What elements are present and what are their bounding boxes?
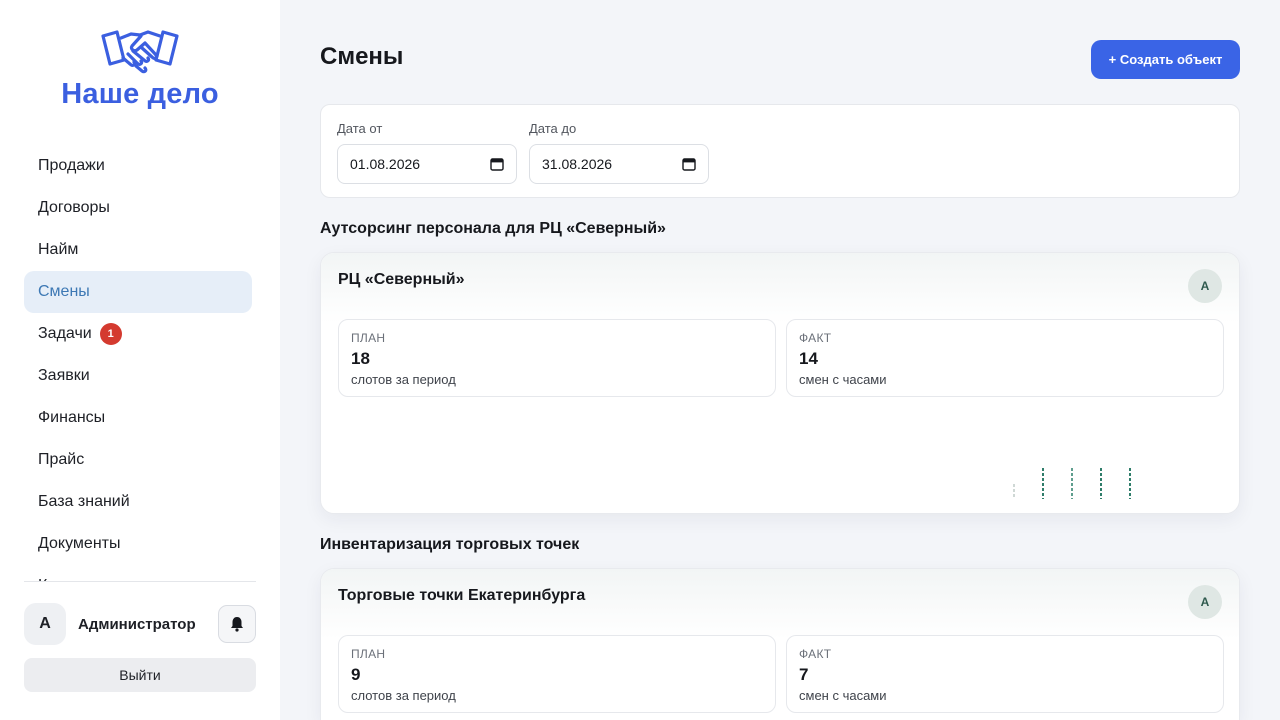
brand-logo[interactable]: Наше дело	[0, 26, 280, 111]
sidebar-item-requests[interactable]: Заявки	[24, 355, 252, 397]
sidebar-item-label: Заявки	[38, 367, 90, 384]
sidebar-item-contracts[interactable]: Договоры	[24, 187, 252, 229]
plan-caption: слотов за период	[351, 372, 456, 387]
avatar[interactable]: A	[24, 603, 66, 645]
sidebar-item-tasks[interactable]: Задачи 1	[24, 313, 252, 355]
section-title: Аутсорсинг персонала для РЦ «Северный»	[320, 220, 666, 237]
plan-caption: слотов за период	[351, 688, 456, 703]
sidebar-item-label: Смены	[38, 283, 90, 300]
plan-value: 18	[351, 349, 370, 368]
date-from-input[interactable]: 01.08.2026	[337, 144, 517, 184]
object-card-title: РЦ «Северный»	[338, 271, 465, 288]
fact-label: ФАКТ	[799, 647, 832, 661]
sidebar-nav: Продажи Договоры Найм Смены Задачи 1 Заяв…	[24, 145, 252, 581]
sidebar-item-shifts[interactable]: Смены	[24, 271, 252, 313]
user-panel: A Администратор	[24, 603, 256, 645]
shift-mini-chart	[1013, 468, 1131, 499]
sidebar-divider	[24, 581, 256, 582]
calendar-icon[interactable]	[682, 157, 696, 171]
brand-name: Наше дело	[61, 78, 219, 110]
logout-button[interactable]: Выйти	[24, 658, 256, 692]
notifications-button[interactable]	[218, 605, 256, 643]
avatar: A	[1188, 269, 1222, 303]
sidebar-item-label: Задачи	[38, 325, 92, 342]
plan-stat: ПЛАН 9 слотов за период	[338, 635, 776, 713]
fact-stat: ФАКТ 7 смен с часами	[786, 635, 1224, 713]
plan-stat: ПЛАН 18 слотов за период	[338, 319, 776, 397]
sidebar-item-label: База знаний	[38, 493, 130, 510]
sidebar-item-sales[interactable]: Продажи	[24, 145, 252, 187]
sidebar: Наше дело Продажи Договоры Найм Смены За…	[0, 0, 280, 720]
bell-icon	[231, 617, 243, 632]
sidebar-item-label: Финансы	[38, 409, 106, 426]
fact-stat: ФАКТ 14 смен с часами	[786, 319, 1224, 397]
date-to-input[interactable]: 31.08.2026	[529, 144, 709, 184]
sidebar-item-pricelist[interactable]: Прайс	[24, 439, 252, 481]
plan-value: 9	[351, 665, 361, 684]
sidebar-item-label: Продажи	[38, 157, 105, 174]
date-to-value: 31.08.2026	[542, 156, 613, 172]
create-object-button[interactable]: + Создать объект	[1091, 40, 1240, 79]
sidebar-item-label: Прайс	[38, 451, 85, 468]
fact-value: 14	[799, 349, 818, 368]
object-card[interactable]: РЦ «Северный» A ПЛАН 18 слотов за период…	[320, 252, 1240, 514]
section-title: Инвентаризация торговых точек	[320, 536, 580, 553]
object-card[interactable]: Торговые точки Екатеринбурга A ПЛАН 9 сл…	[320, 568, 1240, 720]
date-from-value: 01.08.2026	[350, 156, 421, 172]
fact-label: ФАКТ	[799, 331, 832, 345]
sidebar-item-label: Найм	[38, 241, 79, 258]
fact-caption: смен с часами	[799, 372, 887, 387]
date-filter-panel: Дата от 01.08.2026 Дата до 31.08.2026	[320, 104, 1240, 198]
tasks-count-badge: 1	[99, 323, 122, 345]
date-to-label: Дата до	[529, 121, 577, 136]
fact-caption: смен с часами	[799, 688, 887, 703]
sidebar-item-label: Документы	[38, 535, 121, 552]
date-from-label: Дата от	[337, 121, 383, 136]
sidebar-item-finance[interactable]: Финансы	[24, 397, 252, 439]
plan-label: ПЛАН	[351, 647, 386, 661]
sidebar-item-hiring[interactable]: Найм	[24, 229, 252, 271]
object-card-title: Торговые точки Екатеринбурга	[338, 587, 586, 604]
fact-value: 7	[799, 665, 809, 684]
date-from-field: Дата от 01.08.2026	[337, 121, 517, 184]
calendar-icon[interactable]	[490, 157, 504, 171]
user-name: Администратор	[78, 615, 196, 633]
sidebar-item-label: К	[38, 565, 47, 581]
sidebar-item-label: Договоры	[38, 199, 110, 216]
sidebar-item-documents[interactable]: Документы	[24, 523, 252, 565]
page-title: Смены	[320, 43, 404, 70]
avatar: A	[1188, 585, 1222, 619]
sidebar-item-partial[interactable]: К	[24, 565, 252, 581]
handshake-icon	[101, 30, 179, 74]
plan-label: ПЛАН	[351, 331, 386, 345]
date-to-field: Дата до 31.08.2026	[529, 121, 709, 184]
sidebar-item-knowledge-base[interactable]: База знаний	[24, 481, 252, 523]
